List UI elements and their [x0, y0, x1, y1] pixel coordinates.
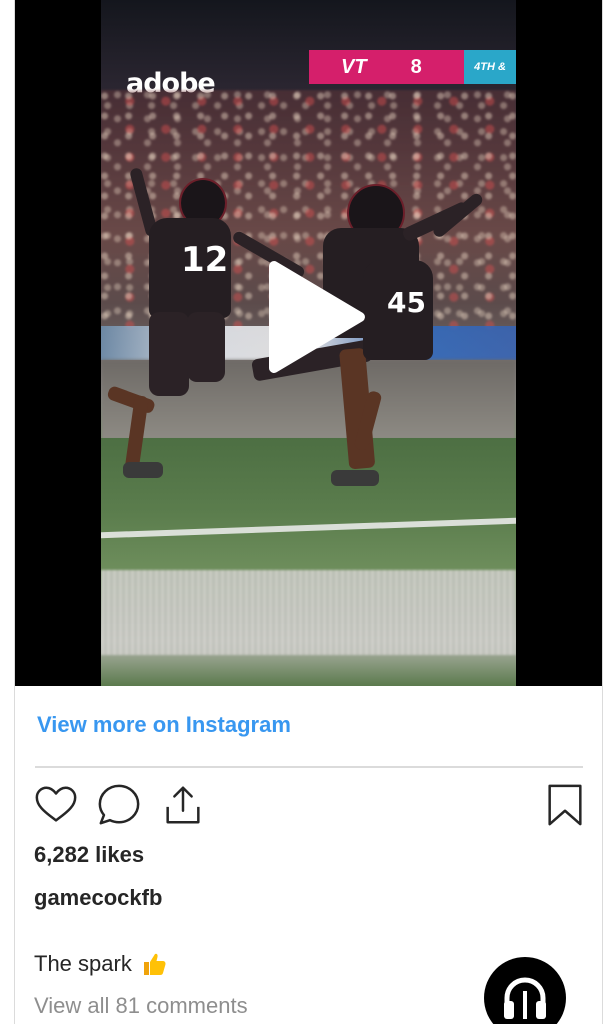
comment-icon[interactable] [96, 782, 142, 828]
heart-icon[interactable] [33, 782, 79, 828]
bookmark-icon[interactable] [542, 782, 588, 828]
video-player[interactable]: adobe VT 8 4TH & 12 45 [15, 0, 602, 686]
view-comments-link[interactable]: View all 81 comments [34, 993, 248, 1019]
play-icon[interactable] [260, 258, 368, 376]
share-icon[interactable] [160, 782, 206, 828]
player-number: 45 [387, 286, 426, 319]
likes-count[interactable]: 6,282 likes [34, 842, 144, 868]
headphones-icon [504, 977, 546, 1019]
post-caption: The spark [34, 950, 168, 978]
thumbs-up-emoji-icon [143, 953, 166, 975]
view-more-link[interactable]: View more on Instagram [37, 712, 291, 738]
audio-button[interactable] [484, 957, 566, 1024]
caption-text: The spark [34, 951, 132, 976]
post-username[interactable]: gamecockfb [34, 885, 162, 911]
divider [35, 766, 583, 768]
instagram-embed: adobe VT 8 4TH & 12 45 View more on Inst… [14, 0, 603, 1024]
